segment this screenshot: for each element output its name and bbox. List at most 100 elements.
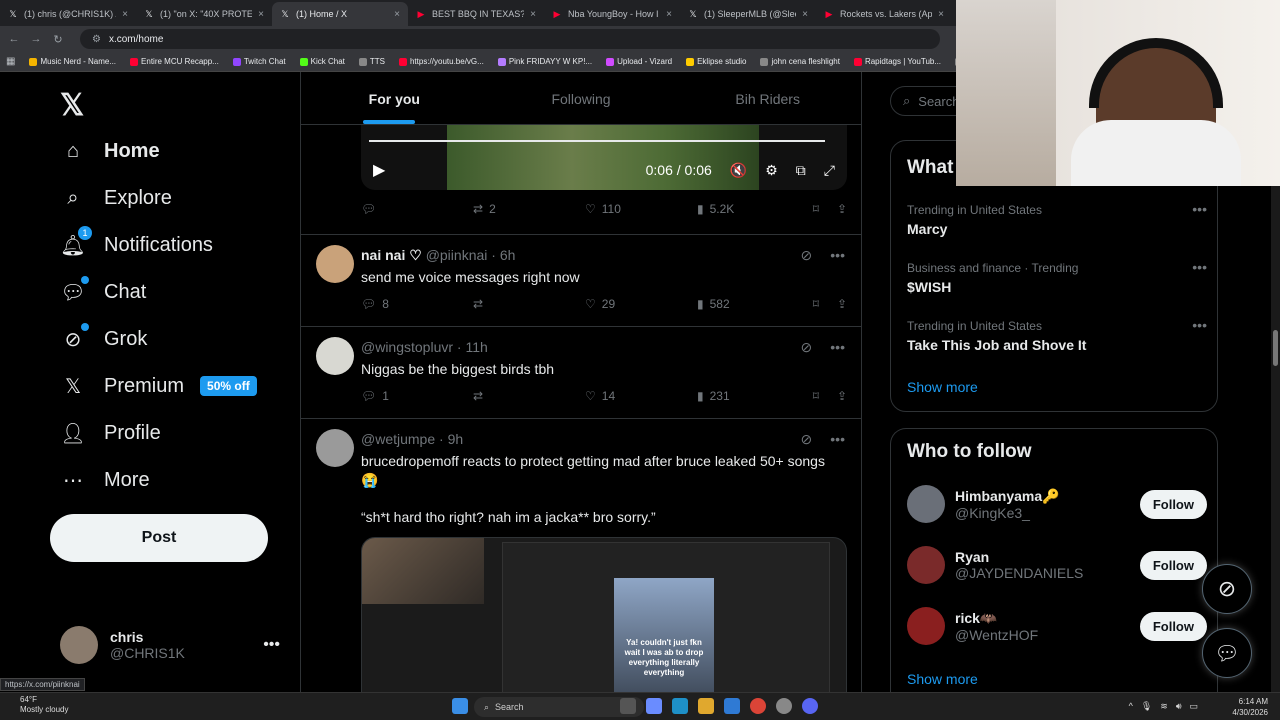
share-icon[interactable]: ⇪ [837, 297, 847, 311]
repost-button[interactable]: ⇄ [473, 297, 585, 311]
follow-button[interactable]: Follow [1139, 550, 1207, 580]
avatar[interactable] [316, 429, 354, 467]
post[interactable]: @wetjumpe · 9h ⊘ ••• brucedropemoff react… [301, 418, 861, 697]
post-handle[interactable]: @piinknai [426, 247, 488, 263]
store-icon[interactable] [724, 698, 740, 714]
post-time[interactable]: 6h [500, 247, 516, 263]
views-button[interactable]: ▮ 231 [697, 389, 809, 403]
copilot-icon[interactable] [646, 698, 662, 714]
discord-icon[interactable] [802, 698, 818, 714]
avatar[interactable] [316, 337, 354, 375]
follow-button[interactable]: Follow [1139, 611, 1207, 641]
bookmark-item[interactable]: TTS [358, 57, 385, 66]
bookmark-item[interactable]: Upload - Vizard [606, 57, 672, 66]
video-player[interactable]: ▶ 0:06 / 0:06 🔇 ⚙ ⧉ ⤢ [361, 124, 847, 190]
trend-item[interactable]: Trending in United States Take This Job a… [907, 317, 1207, 353]
nav-item-explore[interactable]: ⌕ Explore [60, 185, 171, 211]
task-view-icon[interactable] [620, 698, 636, 714]
close-icon[interactable]: × [666, 9, 672, 20]
like-button[interactable]: ♡ 110 [585, 202, 697, 216]
clock[interactable]: 6:14 AM 4/30/2026 [1232, 696, 1268, 718]
bookmark-icon[interactable]: ⌑ [813, 389, 819, 403]
bookmark-item[interactable]: Music Nerd - Name... [29, 57, 116, 66]
reply-button[interactable]: 💬︎ 1 [361, 389, 473, 403]
browser-tab[interactable]: 𝕏 (1) chris (@CHRIS1K) / X × [0, 2, 136, 26]
show-more-link[interactable]: Show more [907, 671, 978, 687]
tray-arrow-icon[interactable]: ^ [1129, 701, 1133, 712]
grok-icon[interactable]: ⊘ [801, 339, 813, 356]
bookmark-item[interactable]: Pink FRIDAYY W KP!... [497, 57, 592, 66]
browser-tab[interactable]: ▶ BEST BBQ IN TEXAS? #shc × [408, 2, 544, 26]
grok-icon[interactable]: ⊘ [801, 247, 813, 264]
chat-fab[interactable]: 💬︎ [1202, 628, 1252, 678]
bookmark-icon[interactable]: ⌑ [813, 297, 819, 311]
tab-bih-riders[interactable]: Bih Riders [674, 72, 861, 124]
explorer-icon[interactable] [698, 698, 714, 714]
taskbar-search[interactable]: ⌕ Search [474, 697, 644, 717]
post-time[interactable]: 11h [465, 339, 487, 355]
chrome-icon[interactable] [750, 698, 766, 714]
tab-following[interactable]: Following [488, 72, 675, 124]
follow-suggestion[interactable]: Ryan @JAYDENDANIELS Follow [907, 546, 1207, 584]
more-dots-icon[interactable]: ••• [1192, 317, 1207, 333]
browser-tab[interactable]: 𝕏 (1) "on X: "40X PROTECT S × [136, 2, 272, 26]
url-field[interactable]: ⚙ x.com/home [80, 29, 940, 49]
follow-button[interactable]: Follow [1139, 489, 1207, 519]
post-author-name[interactable]: nai nai ♡ [361, 247, 422, 263]
post[interactable]: @wingstopluvr · 11h ⊘ ••• Niggas be the b… [301, 326, 861, 418]
show-more-link[interactable]: Show more [907, 379, 978, 395]
post-time[interactable]: 9h [448, 431, 464, 447]
browser-tab[interactable]: ▶ Nba YoungBoy - How I Be × [544, 2, 680, 26]
more-dots-icon[interactable]: ••• [830, 339, 845, 356]
nav-item-more[interactable]: ⋯ More [60, 467, 150, 493]
site-info-icon[interactable]: ⚙ [92, 34, 101, 45]
bookmark-item[interactable]: Kick Chat [299, 57, 345, 66]
weather-widget[interactable]: 64°F Mostly cloudy [20, 695, 68, 715]
bookmark-item[interactable]: Twitch Chat [232, 57, 286, 66]
close-icon[interactable]: × [122, 9, 128, 20]
tab-for-you[interactable]: For you [301, 72, 488, 124]
bookmark-item[interactable]: https://youtu.be/vG... [398, 57, 484, 66]
trend-item[interactable]: Trending in United States Marcy ••• [907, 201, 1207, 237]
bookmark-item[interactable]: Eklipse studio [686, 57, 746, 66]
reload-icon[interactable]: ↻ [52, 33, 64, 46]
post-media[interactable]: Ya! couldn't just fkn wait I was ab to d… [361, 537, 847, 697]
more-dots-icon[interactable]: ••• [263, 636, 280, 654]
video-progress-bar[interactable] [369, 140, 825, 142]
settings-icon[interactable]: ⚙ [765, 162, 778, 179]
share-icon[interactable]: ⇪ [837, 202, 847, 216]
forward-icon[interactable]: → [30, 33, 42, 45]
account-switcher[interactable]: chris @CHRIS1K ••• [60, 626, 280, 664]
more-dots-icon[interactable]: ••• [1192, 201, 1207, 217]
nav-item-grok[interactable]: ⊘ Grok [60, 323, 147, 352]
nav-item-profile[interactable]: 👤︎ Profile [60, 420, 160, 446]
trend-item[interactable]: Business and finance · Trending $WISH ••• [907, 259, 1207, 295]
browser-tab[interactable]: 𝕏 (1) Home / X × [272, 2, 408, 26]
mic-icon[interactable]: 🎙︎ [1141, 701, 1152, 712]
edge-icon[interactable] [672, 698, 688, 714]
close-icon[interactable]: × [530, 9, 536, 20]
bookmark-item[interactable]: Rapidtags | YouTub... [853, 57, 941, 66]
avatar[interactable] [907, 546, 945, 584]
repost-button[interactable]: ⇄ 2 [473, 202, 585, 216]
close-icon[interactable]: × [938, 9, 944, 20]
post-button[interactable]: Post [50, 514, 268, 562]
pip-icon[interactable]: ⧉ [796, 162, 806, 179]
follow-suggestion[interactable]: Himbanyama🔑 @KingKe3_ Follow [907, 485, 1207, 523]
app-icon[interactable] [776, 698, 792, 714]
close-icon[interactable]: × [394, 9, 400, 20]
follow-suggestion[interactable]: rick🦇 @WentzHOF Follow [907, 607, 1207, 645]
bookmark-item[interactable]: john cena fleshlight [760, 57, 840, 66]
more-dots-icon[interactable]: ••• [1192, 259, 1207, 275]
avatar[interactable] [907, 607, 945, 645]
scrollbar-thumb[interactable] [1273, 330, 1278, 366]
like-button[interactable]: ♡ 14 [585, 389, 697, 403]
reply-button[interactable]: 💬︎ [361, 202, 473, 216]
grok-icon[interactable]: ⊘ [801, 431, 813, 448]
views-button[interactable]: ▮ 582 [697, 297, 809, 311]
volume-icon[interactable]: 🔊︎ [1176, 701, 1182, 712]
apps-icon[interactable]: ▦ [6, 56, 15, 67]
post-handle[interactable]: @wingstopluvr [361, 339, 453, 355]
more-dots-icon[interactable]: ••• [830, 247, 845, 264]
nav-item-home[interactable]: ⌂ Home [60, 138, 160, 164]
